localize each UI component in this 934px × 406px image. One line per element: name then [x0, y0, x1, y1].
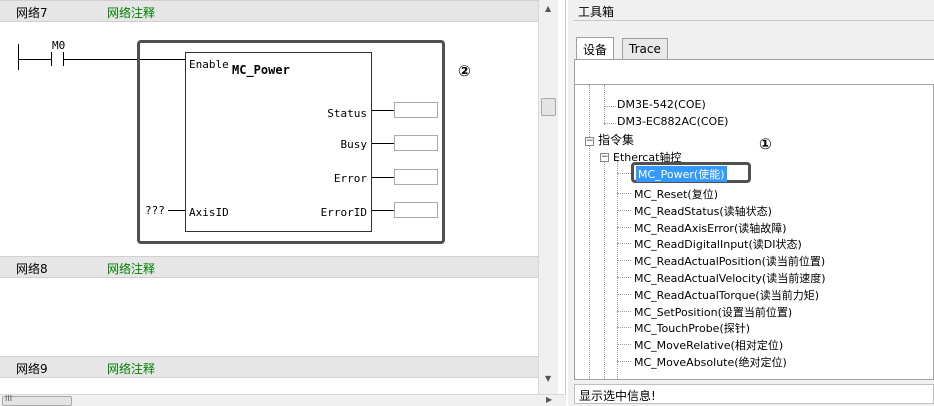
horizontal-scroll-thumb[interactable]: III [2, 394, 72, 406]
tree-connector [617, 310, 631, 312]
output-wire [372, 110, 394, 111]
tree-guide [604, 85, 605, 125]
tree-category[interactable]: 指令集 [598, 131, 634, 148]
block-name: MC_Power [232, 63, 290, 77]
network-label: 网络7 [16, 6, 48, 20]
tree-item-instruction[interactable]: MC_SetPosition(设置当前位置) [634, 304, 792, 320]
tree-item-instruction[interactable]: MC_ReadStatus(读轴状态) [634, 203, 772, 219]
tree-item-instruction[interactable]: MC_MoveRelative(相对定位) [634, 337, 783, 353]
axisid-value[interactable]: ??? [145, 204, 165, 217]
busy-output-field[interactable] [394, 135, 438, 151]
horizontal-scrollbar[interactable]: III ▶ [0, 394, 566, 406]
thumb-grip: III [5, 394, 13, 403]
network-header-7[interactable]: 网络7 网络注释 [0, 0, 538, 22]
tree-connector [617, 173, 631, 174]
toolbox-title: 工具箱 [578, 5, 615, 19]
network-header-8[interactable]: 网络8 网络注释 [0, 256, 538, 278]
tree-item-instruction[interactable]: MC_ReadActualTorque(读当前力矩) [634, 287, 819, 303]
tree-connector [617, 193, 631, 194]
vertical-scroll-thumb[interactable] [541, 98, 556, 116]
network-label: 网络8 [16, 262, 48, 276]
tree-item-instruction[interactable]: MC_ReadActualPosition(读当前位置) [634, 253, 825, 269]
tree-connector [617, 226, 631, 228]
tree-connector [617, 209, 631, 211]
output-wire [372, 143, 394, 144]
tab-trace[interactable]: Trace [622, 38, 668, 59]
toolbox-panel: 工具箱 设备 Trace DM3E-542(COE) DM3-EC882AC(C… [568, 0, 934, 406]
output-wire [372, 177, 394, 178]
tab-device[interactable]: 设备 [576, 37, 615, 59]
errorid-pin-label: ErrorID [320, 206, 367, 219]
tree-connector [617, 361, 631, 362]
network-comment[interactable]: 网络注释 [107, 260, 155, 277]
tree-item-instruction[interactable]: MC_TouchProbe(探针) [634, 320, 750, 336]
status-info: 显示选中信息! [574, 384, 934, 404]
ladder-editor[interactable]: 网络7 网络注释 M0 ② Enable MC_Power Status Bus… [0, 0, 566, 406]
collapse-icon[interactable]: − [585, 137, 594, 146]
tree-connector [604, 123, 616, 124]
tree-item-instruction[interactable]: MC_ReadDigitalInput(读DI状态) [634, 236, 802, 252]
instruction-tree[interactable]: DM3E-542(COE) DM3-EC882AC(COE) − 指令集 − E… [574, 84, 934, 380]
title-divider [574, 20, 934, 21]
error-pin-label: Error [333, 172, 367, 185]
tree-connector [617, 293, 631, 295]
errorid-output-field[interactable] [394, 202, 438, 218]
mc-power-block[interactable]: Enable MC_Power Status Busy Error AxisID… [185, 52, 372, 232]
callout-2: ② [458, 62, 471, 80]
scroll-up-icon[interactable]: ▲ [545, 4, 551, 13]
output-wire [372, 210, 394, 211]
scroll-down-icon[interactable]: ▼ [545, 374, 551, 383]
tree-guide [604, 161, 605, 379]
input-wire [168, 210, 185, 211]
tree-item-instruction[interactable]: MC_Reset(复位) [634, 186, 718, 202]
network-comment[interactable]: 网络注释 [107, 360, 155, 377]
tree-connector [617, 243, 631, 245]
power-rail [18, 44, 19, 70]
busy-pin-label: Busy [340, 138, 368, 151]
vertical-scrollbar[interactable]: ▲ ▼ [538, 0, 558, 394]
status-pin-label: Status [327, 107, 367, 120]
tree-connector [617, 327, 631, 329]
tree-item-selected[interactable]: MC_Power(使能) [636, 166, 727, 182]
status-output-field[interactable] [394, 102, 438, 118]
scroll-right-icon[interactable]: ▶ [546, 395, 552, 404]
network-comment[interactable]: 网络注释 [107, 4, 155, 21]
tree-item-instruction[interactable]: MC_ReadAxisError(读轴故障) [634, 220, 787, 236]
contact-label: M0 [52, 39, 66, 52]
tree-item-device[interactable]: DM3-EC882AC(COE) [617, 115, 728, 128]
error-output-field[interactable] [394, 169, 438, 185]
tree-guide [589, 85, 590, 379]
filter-area[interactable] [574, 60, 934, 84]
tree-connector [617, 260, 631, 262]
enable-pin-label: Enable [189, 58, 229, 71]
network-label: 网络9 [16, 362, 48, 376]
contact-left-bar [51, 52, 52, 66]
tree-connector [617, 344, 631, 346]
rung-wire [18, 59, 51, 60]
tree-item-device[interactable]: DM3E-542(COE) [617, 98, 706, 111]
tree-item-instruction[interactable]: MC_ReadActualVelocity(读当前速度) [634, 270, 826, 286]
tree-connector [604, 106, 616, 107]
tree-item-instruction[interactable]: MC_MoveAbsolute(绝对定位) [634, 354, 787, 370]
network-header-9[interactable]: 网络9 网络注释 [0, 356, 538, 378]
callout-1: ① [759, 135, 772, 153]
collapse-icon[interactable]: − [600, 153, 609, 162]
axisid-pin-label: AxisID [189, 206, 229, 219]
tree-connector [617, 277, 631, 278]
